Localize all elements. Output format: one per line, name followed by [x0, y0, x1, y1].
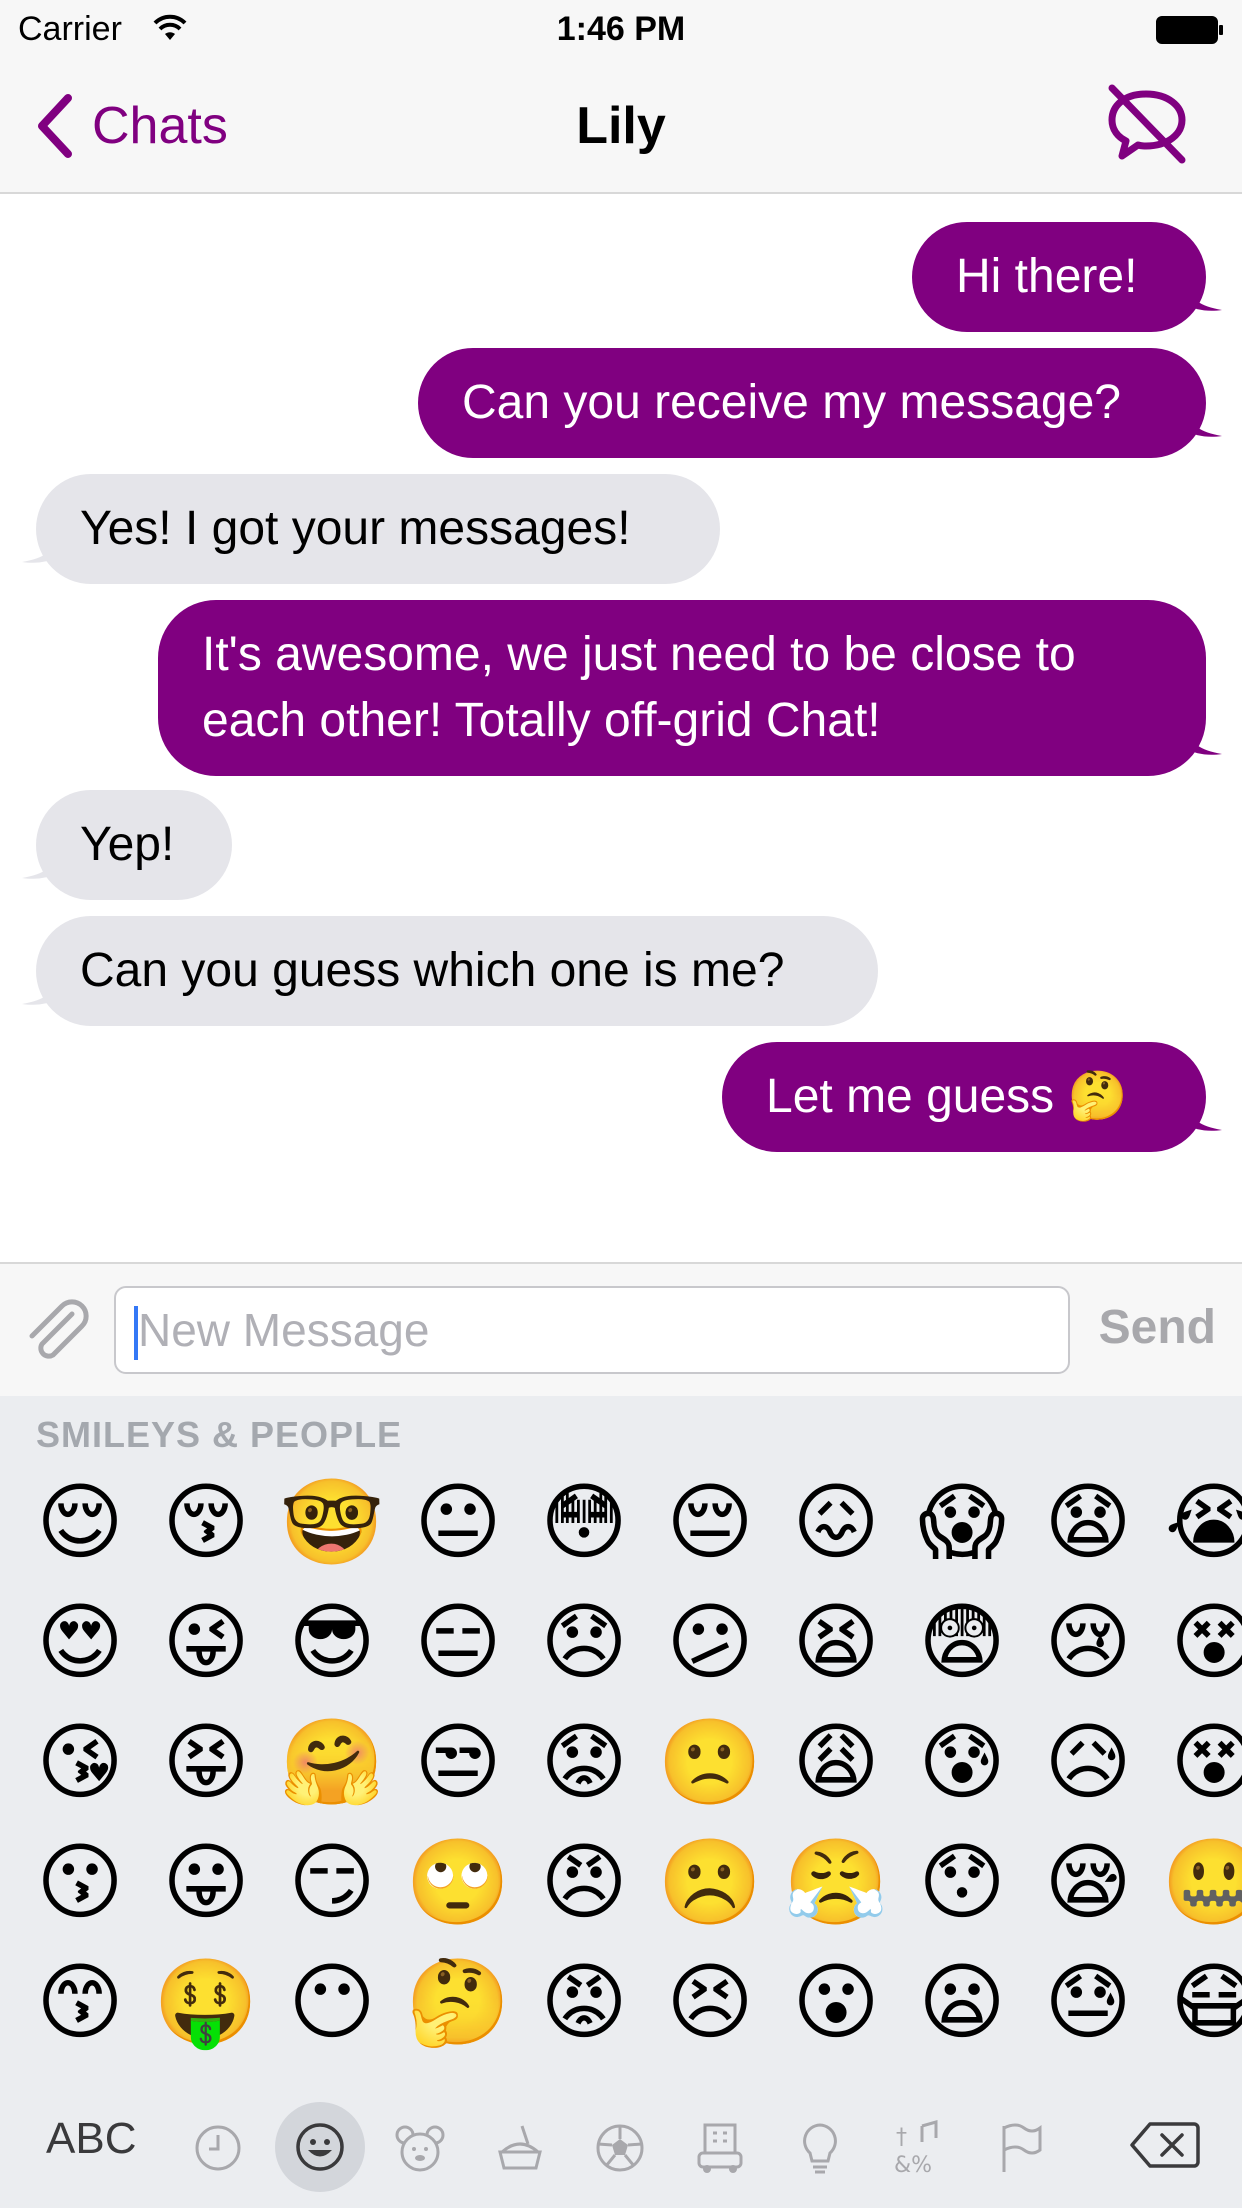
emoji-key[interactable]: 😚 — [156, 1472, 256, 1572]
emoji-key[interactable]: 😭 — [1164, 1472, 1242, 1572]
outgoing-message[interactable]: It's awesome, we just need to be close t… — [158, 600, 1206, 776]
emoji-key[interactable]: 😖 — [786, 1472, 886, 1572]
emoji-key[interactable]: 😱 — [912, 1472, 1012, 1572]
emoji-key[interactable]: 🤑 — [154, 1952, 259, 2052]
emoji-key[interactable]: 😟 — [534, 1712, 634, 1812]
emoji-key[interactable]: 😣 — [660, 1952, 760, 2052]
activity-icon[interactable] — [580, 2108, 660, 2188]
emoji-key[interactable]: 😝 — [156, 1712, 256, 1812]
emoji-key[interactable]: 😎 — [282, 1592, 382, 1692]
emoji-key[interactable]: 😵 — [1164, 1712, 1242, 1812]
bubble-tail — [1186, 282, 1222, 311]
emoji-key[interactable]: 😵 — [1164, 1592, 1242, 1692]
battery-icon — [1156, 16, 1224, 44]
emoji-section-title: SMILEYS & PEOPLE — [36, 1414, 403, 1455]
emoji-key[interactable]: 😪 — [1038, 1832, 1138, 1932]
bubble-tail — [1186, 408, 1222, 437]
paperclip-icon[interactable] — [22, 1296, 92, 1371]
bubble-tail — [1186, 1102, 1222, 1131]
emoji-key[interactable]: 🤐 — [1162, 1832, 1242, 1932]
emoji-key[interactable]: 😮 — [786, 1952, 886, 2052]
recent-icon[interactable] — [178, 2108, 258, 2188]
food-icon[interactable] — [480, 2108, 560, 2188]
emoji-key[interactable]: 😛 — [156, 1832, 256, 1932]
outgoing-message[interactable]: Can you receive my message? — [418, 348, 1206, 458]
emoji-key[interactable]: 😤 — [784, 1832, 889, 1932]
message-list[interactable]: Hi there! Can you receive my message? Ye… — [0, 194, 1242, 1262]
emoji-key[interactable]: 🤗 — [280, 1712, 385, 1812]
bubble-tail — [22, 976, 58, 1005]
emoji-key[interactable]: 😓 — [1038, 1952, 1138, 2052]
emoji-key[interactable]: 🙁 — [658, 1712, 763, 1812]
emoji-key[interactable]: 😦 — [912, 1952, 1012, 2052]
emoji-key[interactable]: 😕 — [660, 1592, 760, 1692]
emoji-key[interactable]: 😍 — [30, 1592, 130, 1692]
emoji-key[interactable]: 😜 — [156, 1592, 256, 1692]
emoji-key[interactable]: 🙄 — [406, 1832, 511, 1932]
backspace-icon[interactable] — [1130, 2120, 1200, 2175]
emoji-key[interactable]: 😥 — [1038, 1712, 1138, 1812]
incoming-message[interactable]: Yes! I got your messages! — [36, 474, 720, 584]
smileys-icon[interactable] — [275, 2102, 365, 2192]
emoji-key[interactable]: ☹️ — [658, 1832, 763, 1932]
symbols-icon[interactable]: † &% — [880, 2108, 960, 2188]
emoji-key[interactable]: 😫 — [786, 1592, 886, 1692]
send-button[interactable]: Send — [1099, 1300, 1216, 1355]
emoji-key[interactable]: 😢 — [1038, 1592, 1138, 1692]
message-input-field[interactable] — [114, 1286, 1070, 1374]
outgoing-message[interactable]: Hi there! — [912, 222, 1206, 332]
emoji-key[interactable]: 😐 — [408, 1472, 508, 1572]
emoji-key[interactable]: 🤔 — [406, 1952, 511, 2052]
emoji-keyboard: SMILEYS & PEOPLE 😌 😚 🤓 😐 😳 😔 😖 😱 😧 😭 😍 😜 😎 😑 😞 😕 😫 😨 😢 😵 😘 😝 🤗… — [0, 1396, 1242, 2208]
emoji-key[interactable]: 😌 — [30, 1472, 130, 1572]
emoji-key[interactable]: 🤓 — [280, 1472, 385, 1572]
emoji-key[interactable]: 😑 — [408, 1592, 508, 1692]
status-bar: Carrier 1:46 PM — [0, 0, 1242, 60]
outgoing-message[interactable]: Let me guess 🤔 — [722, 1042, 1206, 1152]
objects-icon[interactable] — [780, 2108, 860, 2188]
emoji-key[interactable]: 😠 — [534, 1832, 634, 1932]
navigation-bar: Chats Lily — [0, 60, 1242, 194]
emoji-key[interactable]: 😏 — [282, 1832, 382, 1932]
status-time: 1:46 PM — [556, 10, 686, 48]
emoji-key[interactable]: 😩 — [786, 1712, 886, 1812]
emoji-key[interactable]: 😳 — [534, 1472, 634, 1572]
offline-chat-icon[interactable] — [1106, 82, 1188, 171]
animals-icon[interactable] — [380, 2108, 460, 2188]
emoji-key[interactable]: 😒 — [408, 1712, 508, 1812]
message-input[interactable] — [138, 1298, 1038, 1362]
emoji-key[interactable]: 😗 — [30, 1832, 130, 1932]
travel-icon[interactable] — [680, 2108, 760, 2188]
emoji-key[interactable]: 😨 — [912, 1592, 1012, 1692]
emoji-key[interactable]: 😔 — [660, 1472, 760, 1572]
emoji-key[interactable]: 😷 — [1164, 1952, 1242, 2052]
emoji-key[interactable]: 😧 — [1038, 1472, 1138, 1572]
incoming-message[interactable]: Can you guess which one is me? — [36, 916, 878, 1026]
svg-text:†: † — [896, 2125, 907, 2150]
emoji-key[interactable]: 😯 — [912, 1832, 1012, 1932]
keyboard-bottom-bar: ABC † &% — [0, 2084, 1242, 2208]
bubble-tail — [1186, 726, 1222, 755]
abc-button[interactable]: ABC — [46, 2114, 136, 2164]
emoji-key[interactable]: 😘 — [30, 1712, 130, 1812]
emoji-key[interactable]: 😶 — [282, 1952, 382, 2052]
flags-icon[interactable] — [980, 2108, 1060, 2188]
emoji-key[interactable]: 😙 — [30, 1952, 130, 2052]
emoji-key[interactable]: 😰 — [912, 1712, 1012, 1812]
emoji-key[interactable]: 😡 — [534, 1952, 634, 2052]
bubble-tail — [22, 534, 58, 563]
chat-title: Lily — [576, 97, 666, 155]
message-composer: Send — [0, 1262, 1242, 1398]
svg-text:&%: &% — [894, 2153, 932, 2176]
incoming-message[interactable]: Yep! — [36, 790, 232, 900]
bubble-tail — [22, 850, 58, 879]
emoji-key[interactable]: 😞 — [534, 1592, 634, 1692]
